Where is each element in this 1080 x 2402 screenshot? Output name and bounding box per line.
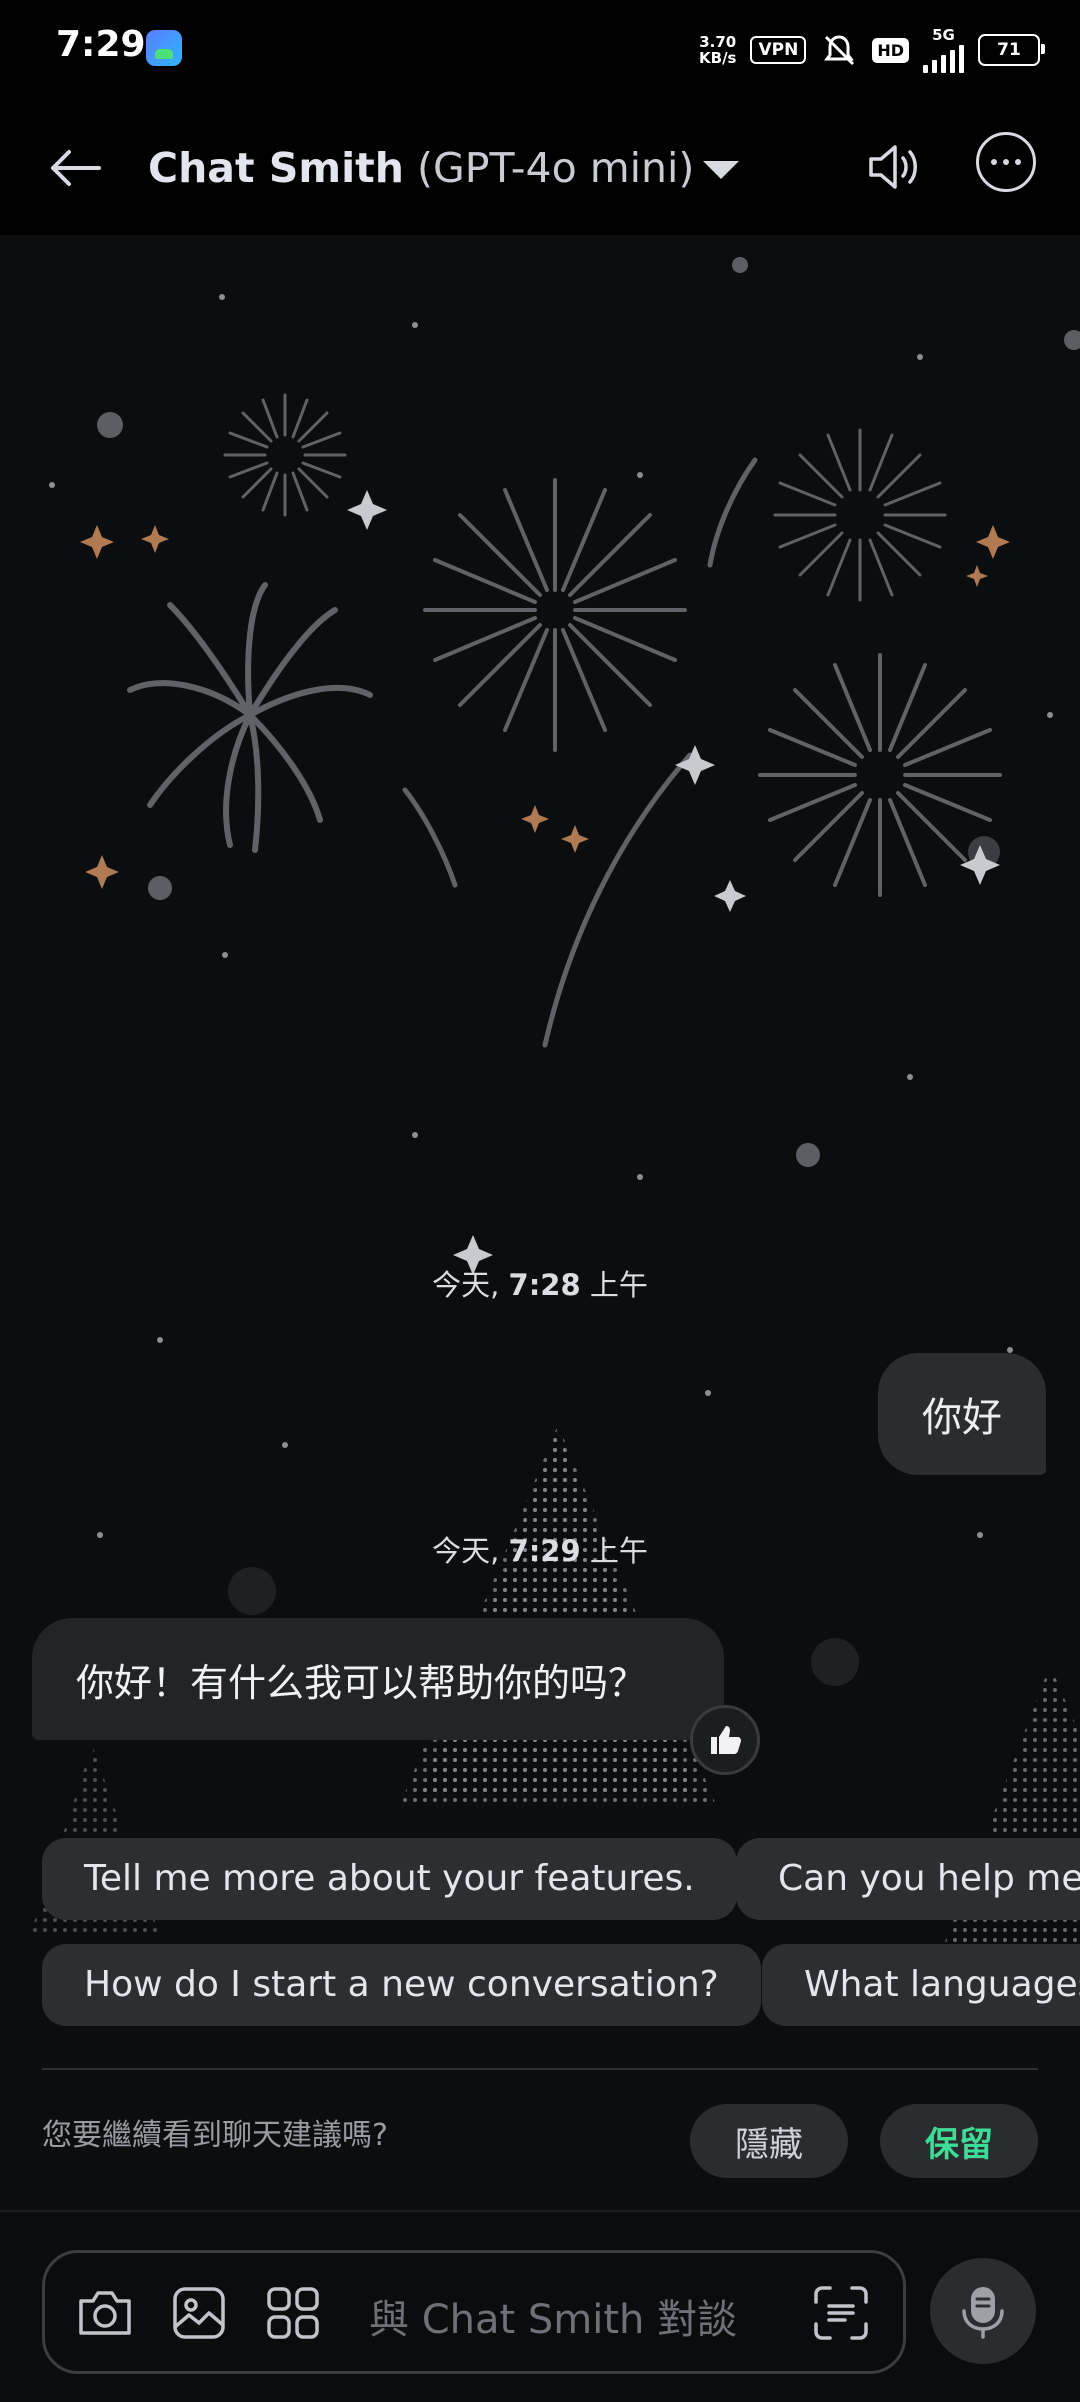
thumbs-up-icon <box>711 1726 741 1754</box>
message-timestamp: 今天, 7:29 上午 <box>432 1534 648 1568</box>
network-speed: 3.70 KB/s <box>699 33 737 67</box>
like-button[interactable] <box>690 1705 760 1775</box>
more-options-button[interactable] <box>976 132 1036 192</box>
hd-badge: HD <box>872 37 909 63</box>
camera-button[interactable] <box>75 2283 135 2343</box>
vpn-badge: VPN <box>750 36 807 64</box>
divider <box>42 2068 1038 2070</box>
chat-area: 今天, 7:28 上午 你好 今天, 7:29 上午 你好！有什么我可以帮助你的… <box>0 235 1080 2210</box>
camera-icon <box>79 2291 131 2335</box>
message-timestamp: 今天, 7:28 上午 <box>432 1268 648 1302</box>
assistant-message-bubble[interactable]: 你好！有什么我可以帮助你的吗？ <box>32 1618 724 1740</box>
image-icon <box>173 2287 225 2339</box>
signal-bars-icon <box>923 43 964 73</box>
message-input[interactable]: 與 Chat Smith 對談 <box>42 2250 906 2374</box>
status-time: 7:29 <box>56 24 146 65</box>
battery-indicator: 71 <box>978 34 1045 66</box>
battery-level: 71 <box>997 40 1021 60</box>
arrow-left-icon <box>51 150 101 186</box>
suggestion-chip[interactable]: How do I start a new conversation? <box>42 1944 761 2026</box>
speaker-icon <box>869 145 917 189</box>
image-button[interactable] <box>169 2283 229 2343</box>
mute-icon <box>824 35 855 66</box>
scan-text-button[interactable] <box>811 2283 871 2343</box>
speaker-button[interactable] <box>860 132 930 202</box>
network-type: 5G <box>932 25 955 44</box>
back-button[interactable] <box>40 136 110 200</box>
status-indicators: 3.70 KB/s VPN HD 5G 71 <box>699 25 1045 73</box>
keep-suggestions-button[interactable]: 保留 <box>880 2104 1038 2178</box>
status-bar: 7:29 3.70 KB/s VPN HD 5G 71 <box>0 0 1080 100</box>
model-name: (GPT-4o mini) <box>403 144 695 192</box>
gallery-icon <box>146 30 182 66</box>
chat-title[interactable]: Chat Smith (GPT-4o mini) <box>148 138 694 198</box>
chat-header: Chat Smith (GPT-4o mini) <box>0 100 1080 235</box>
model-dropdown-button[interactable] <box>696 150 746 190</box>
voice-input-button[interactable] <box>930 2258 1036 2364</box>
more-horizontal-icon <box>991 159 997 165</box>
hide-suggestions-button[interactable]: 隱藏 <box>690 2104 848 2178</box>
input-placeholder: 與 Chat Smith 對談 <box>369 2297 738 2343</box>
suggestion-prompt-question: 您要繼續看到聊天建議嗎? <box>42 2118 388 2153</box>
grid-icon <box>267 2287 319 2339</box>
suggestion-chip[interactable]: What languages <box>762 1944 1080 2026</box>
scan-text-icon <box>814 2286 868 2340</box>
signal-indicator: 5G <box>923 25 964 73</box>
microphone-icon <box>962 2287 1004 2339</box>
caret-down-icon <box>703 161 739 179</box>
bot-name: Chat Smith <box>148 144 404 192</box>
suggestion-chip[interactable]: Tell me more about your features. <box>42 1838 737 1920</box>
suggestion-chip[interactable]: Can you help me <box>736 1838 1080 1920</box>
user-message-bubble[interactable]: 你好 <box>878 1353 1046 1475</box>
apps-button[interactable] <box>263 2283 323 2343</box>
input-bar: 與 Chat Smith 對談 <box>0 2210 1080 2402</box>
